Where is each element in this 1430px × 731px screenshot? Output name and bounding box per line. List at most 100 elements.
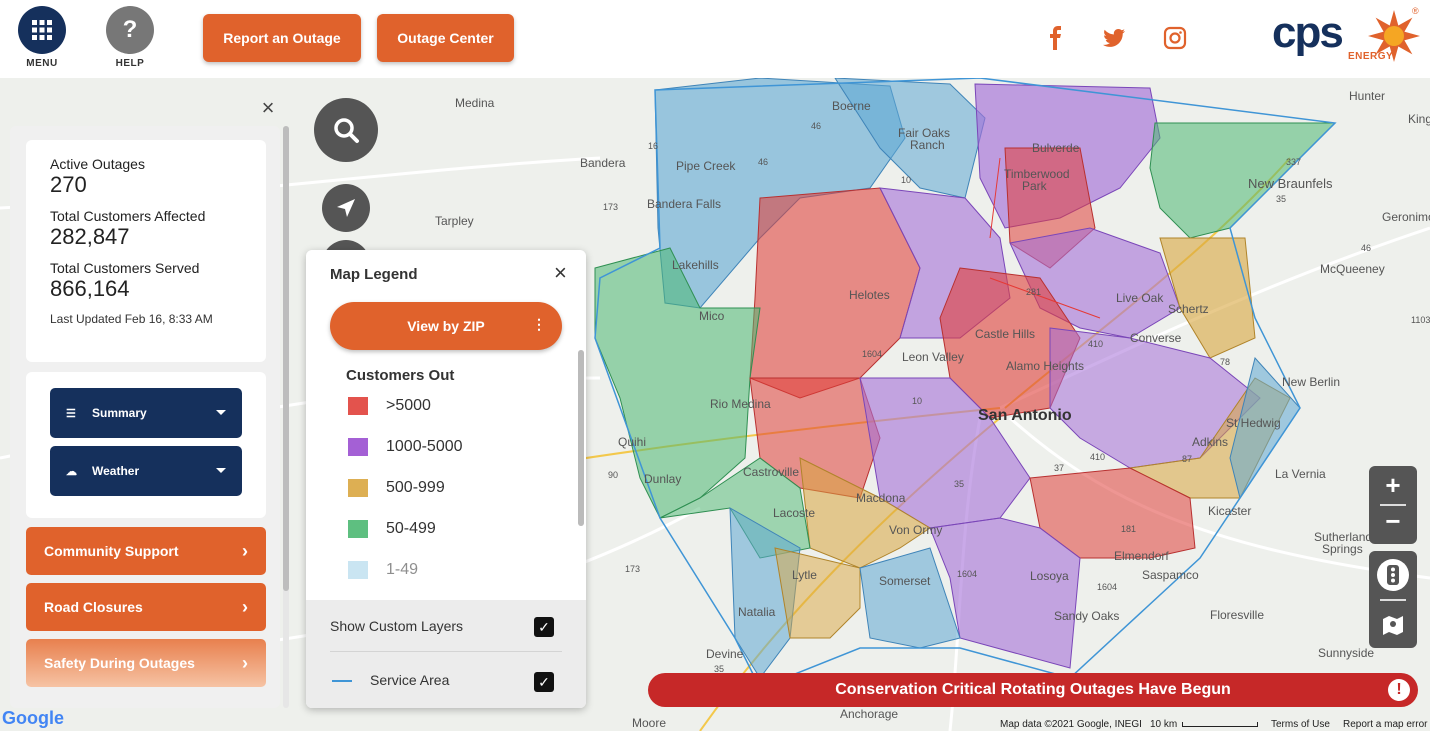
cps-energy-logo[interactable]: cps ENERGY ® xyxy=(1272,6,1422,68)
map-label: Devine xyxy=(706,647,744,661)
legend-item: >5000 xyxy=(348,396,431,416)
zoom-controls: + − xyxy=(1369,466,1417,544)
highway-shield: 1604 xyxy=(862,349,883,359)
panel-close-icon[interactable]: × xyxy=(258,97,278,119)
active-outages-label: Active Outages xyxy=(50,156,145,172)
view-by-zip-button[interactable]: View by ZIP ⋮ xyxy=(330,302,562,350)
terms-link[interactable]: Terms of Use xyxy=(1271,719,1330,730)
highway-shield: 410 xyxy=(1090,452,1106,462)
highway-shield: 35 xyxy=(954,479,965,489)
service-area-line-icon xyxy=(332,680,352,682)
panel-scroll-thumb[interactable] xyxy=(283,126,289,591)
help-button[interactable]: ? xyxy=(106,6,154,54)
chevron-right-icon: › xyxy=(242,541,248,561)
view-by-zip-label: View by ZIP xyxy=(407,318,485,334)
alert-icon[interactable]: ! xyxy=(1388,679,1410,701)
custom-layers-checkbox[interactable]: ✓ xyxy=(534,617,554,637)
swatch-green xyxy=(348,520,368,538)
list-icon: ☰ xyxy=(66,407,76,420)
report-outage-button[interactable]: Report an Outage xyxy=(203,14,361,62)
highway-shield: 181 xyxy=(1121,524,1137,534)
legend-close-icon[interactable]: × xyxy=(554,260,567,286)
chevron-down-icon xyxy=(216,468,226,473)
community-support-button[interactable]: Community Support › xyxy=(26,527,266,575)
highway-shield: 37 xyxy=(1054,463,1065,473)
map-label: Castle Hills xyxy=(975,327,1036,341)
legend-scrollbar[interactable] xyxy=(578,350,584,526)
region-helotes-red[interactable] xyxy=(749,187,921,399)
grid-icon xyxy=(32,20,52,40)
map-label: Alamo Heights xyxy=(1006,359,1085,373)
map-label: Live Oak xyxy=(1116,291,1164,305)
weather-label: Weather xyxy=(92,464,140,478)
highway-shield: 46 xyxy=(1361,243,1372,253)
legend-layers-section: Show Custom Layers ✓ Service Area ✓ xyxy=(306,600,586,708)
alert-banner-text: Conservation Critical Rotating Outages H… xyxy=(835,681,1231,698)
locate-button[interactable] xyxy=(322,184,370,232)
highway-shield: 10 xyxy=(901,175,912,185)
safety-during-outages-button[interactable]: Safety During Outages › xyxy=(26,639,266,687)
legend-title: Map Legend xyxy=(330,266,418,283)
legend-item: 50-499 xyxy=(348,519,436,539)
map-layer-button[interactable] xyxy=(1381,613,1405,637)
registered-mark: ® xyxy=(1412,6,1419,16)
highway-shield: 173 xyxy=(603,202,619,212)
map-label: Bandera Falls xyxy=(647,197,722,211)
summary-label: Summary xyxy=(92,406,147,420)
customers-affected-value: 282,847 xyxy=(50,224,130,249)
highway-shield: 87 xyxy=(1182,454,1193,464)
zoom-out-button[interactable]: − xyxy=(1369,506,1417,537)
map-label: Kingsbury xyxy=(1408,112,1430,126)
twitter-icon[interactable] xyxy=(1102,26,1126,50)
traffic-light-button[interactable] xyxy=(1377,559,1409,591)
map-label: Castroville xyxy=(743,465,800,479)
safety-label: Safety During Outages xyxy=(44,655,195,671)
map-label: Sandy Oaks xyxy=(1054,609,1120,623)
highway-shield: 337 xyxy=(1286,157,1302,167)
swatch-purple xyxy=(348,438,368,456)
panel-scrollbar[interactable] xyxy=(283,126,289,708)
menu-button[interactable] xyxy=(18,6,66,54)
more-vertical-icon[interactable]: ⋮ xyxy=(532,316,546,333)
map-label: Medina xyxy=(455,96,495,110)
map-label: New Berlin xyxy=(1282,375,1341,389)
map-label: La Vernia xyxy=(1275,467,1326,481)
cloud-rain-icon: ☁ xyxy=(66,465,77,478)
question-icon: ? xyxy=(122,16,138,43)
navigation-arrow-icon xyxy=(337,199,355,217)
instagram-icon[interactable] xyxy=(1163,26,1187,50)
map-label: Rio Medina xyxy=(710,397,771,411)
highway-shield: 281 xyxy=(1026,287,1042,297)
service-area-checkbox[interactable]: ✓ xyxy=(534,672,554,692)
facebook-icon[interactable] xyxy=(1044,26,1068,50)
report-map-error-link[interactable]: Report a map error xyxy=(1343,719,1427,730)
map-label: Losoya xyxy=(1030,569,1069,583)
search-button[interactable] xyxy=(314,98,378,162)
weather-dropdown[interactable]: ☁ Weather xyxy=(50,446,242,496)
map-label: Schertz xyxy=(1168,302,1209,316)
map-legend: Map Legend × View by ZIP ⋮ Customers Out… xyxy=(306,250,586,708)
highway-shield: 46 xyxy=(758,157,769,167)
map-label: Von Ormy xyxy=(889,523,943,537)
google-logo: Google xyxy=(2,708,64,728)
map-label: Elmendorf xyxy=(1114,549,1169,563)
show-custom-layers-label: Show Custom Layers xyxy=(330,618,464,634)
highway-shield: 16 xyxy=(648,141,659,151)
region-losoya-purple[interactable] xyxy=(929,517,1081,669)
map-icon xyxy=(1383,616,1403,635)
highway-shield: 1604 xyxy=(1097,582,1118,592)
map-label: Boerne xyxy=(832,99,871,113)
zoom-in-button[interactable]: + xyxy=(1369,470,1417,501)
road-closures-button[interactable]: Road Closures › xyxy=(26,583,266,631)
map-label: Anchorage xyxy=(840,707,899,721)
map-label: Natalia xyxy=(738,605,776,619)
map-label: Mico xyxy=(699,309,725,323)
legend-scroll-thumb[interactable] xyxy=(578,350,584,526)
map-label: Helotes xyxy=(849,288,890,302)
legend-item-label: >5000 xyxy=(386,397,431,414)
map-label: Sunnyside xyxy=(1318,646,1375,660)
outage-center-button[interactable]: Outage Center xyxy=(377,14,514,62)
map-label: Springs xyxy=(1322,542,1363,556)
alert-banner[interactable]: Conservation Critical Rotating Outages H… xyxy=(648,673,1418,707)
summary-dropdown[interactable]: ☰ Summary xyxy=(50,388,242,438)
